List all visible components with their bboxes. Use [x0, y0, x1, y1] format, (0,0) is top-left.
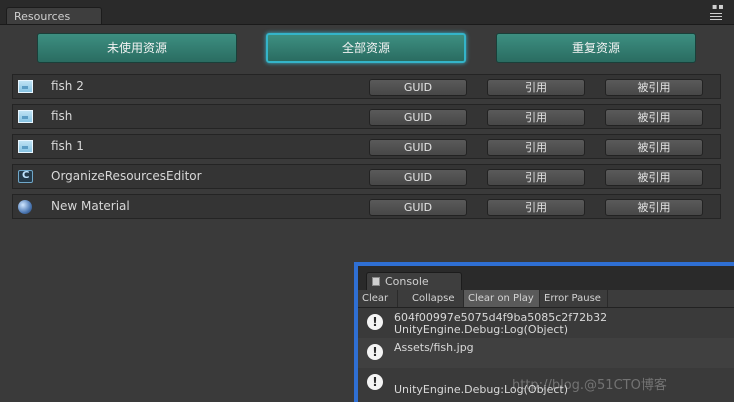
referenced-by-button[interactable]: 被引用: [605, 139, 703, 156]
clear-button[interactable]: Clear: [358, 290, 398, 307]
resources-tab-bar: Resources ▪▪: [0, 0, 734, 25]
resources-tab[interactable]: Resources: [6, 7, 102, 24]
image-icon: [18, 140, 33, 153]
resource-row: fish GUID 引用 被引用: [12, 104, 721, 129]
console-tab-bar: Console: [358, 266, 734, 290]
references-button[interactable]: 引用: [487, 109, 585, 126]
warning-icon: !: [367, 314, 383, 330]
error-pause-toggle[interactable]: Error Pause: [540, 290, 608, 307]
log-source: UnityEngine.Debug:Log(Object): [394, 323, 569, 336]
unused-resources-button[interactable]: 未使用资源: [37, 33, 237, 63]
guid-button[interactable]: GUID: [369, 199, 467, 216]
log-entry[interactable]: ! 604f00997e5075d4f9ba5085c2f72b32 Unity…: [358, 308, 734, 338]
resource-name: OrganizeResourcesEditor: [51, 169, 202, 183]
guid-button[interactable]: GUID: [369, 139, 467, 156]
resource-row: fish 2 GUID 引用 被引用: [12, 74, 721, 99]
resource-name: fish 2: [51, 79, 84, 93]
referenced-by-button[interactable]: 被引用: [605, 169, 703, 186]
duplicate-resources-button[interactable]: 重复资源: [496, 33, 696, 63]
log-message: Assets/fish.jpg: [394, 341, 474, 354]
references-button[interactable]: 引用: [487, 199, 585, 216]
image-icon: [18, 110, 33, 123]
references-button[interactable]: 引用: [487, 169, 585, 186]
references-button[interactable]: 引用: [487, 139, 585, 156]
collapse-toggle[interactable]: Collapse: [398, 290, 464, 307]
material-icon: [18, 200, 32, 214]
log-entry[interactable]: ! Assets/fish.jpg: [358, 338, 734, 368]
resource-row: fish 1 GUID 引用 被引用: [12, 134, 721, 159]
references-button[interactable]: 引用: [487, 79, 585, 96]
all-resources-button[interactable]: 全部资源: [266, 33, 466, 63]
window-menu-icon[interactable]: ▪▪: [710, 3, 724, 21]
console-tab-label: Console: [385, 275, 429, 288]
script-icon: [18, 170, 33, 183]
guid-button[interactable]: GUID: [369, 109, 467, 126]
resource-name: New Material: [51, 199, 130, 213]
guid-button[interactable]: GUID: [369, 169, 467, 186]
referenced-by-button[interactable]: 被引用: [605, 109, 703, 126]
console-icon: [372, 277, 380, 286]
clear-on-play-toggle[interactable]: Clear on Play: [464, 290, 540, 307]
resource-row: New Material GUID 引用 被引用: [12, 194, 721, 219]
referenced-by-button[interactable]: 被引用: [605, 79, 703, 96]
warning-icon: !: [367, 374, 383, 390]
referenced-by-button[interactable]: 被引用: [605, 199, 703, 216]
resource-name: fish: [51, 109, 73, 123]
resource-row: OrganizeResourcesEditor GUID 引用 被引用: [12, 164, 721, 189]
console-toolbar: Clear Collapse Clear on Play Error Pause: [358, 290, 734, 308]
warning-icon: !: [367, 344, 383, 360]
resource-name: fish 1: [51, 139, 84, 153]
image-icon: [18, 80, 33, 93]
console-tab[interactable]: Console: [366, 272, 462, 290]
guid-button[interactable]: GUID: [369, 79, 467, 96]
watermark-text: http://blog.@51CTO博客: [512, 378, 667, 393]
